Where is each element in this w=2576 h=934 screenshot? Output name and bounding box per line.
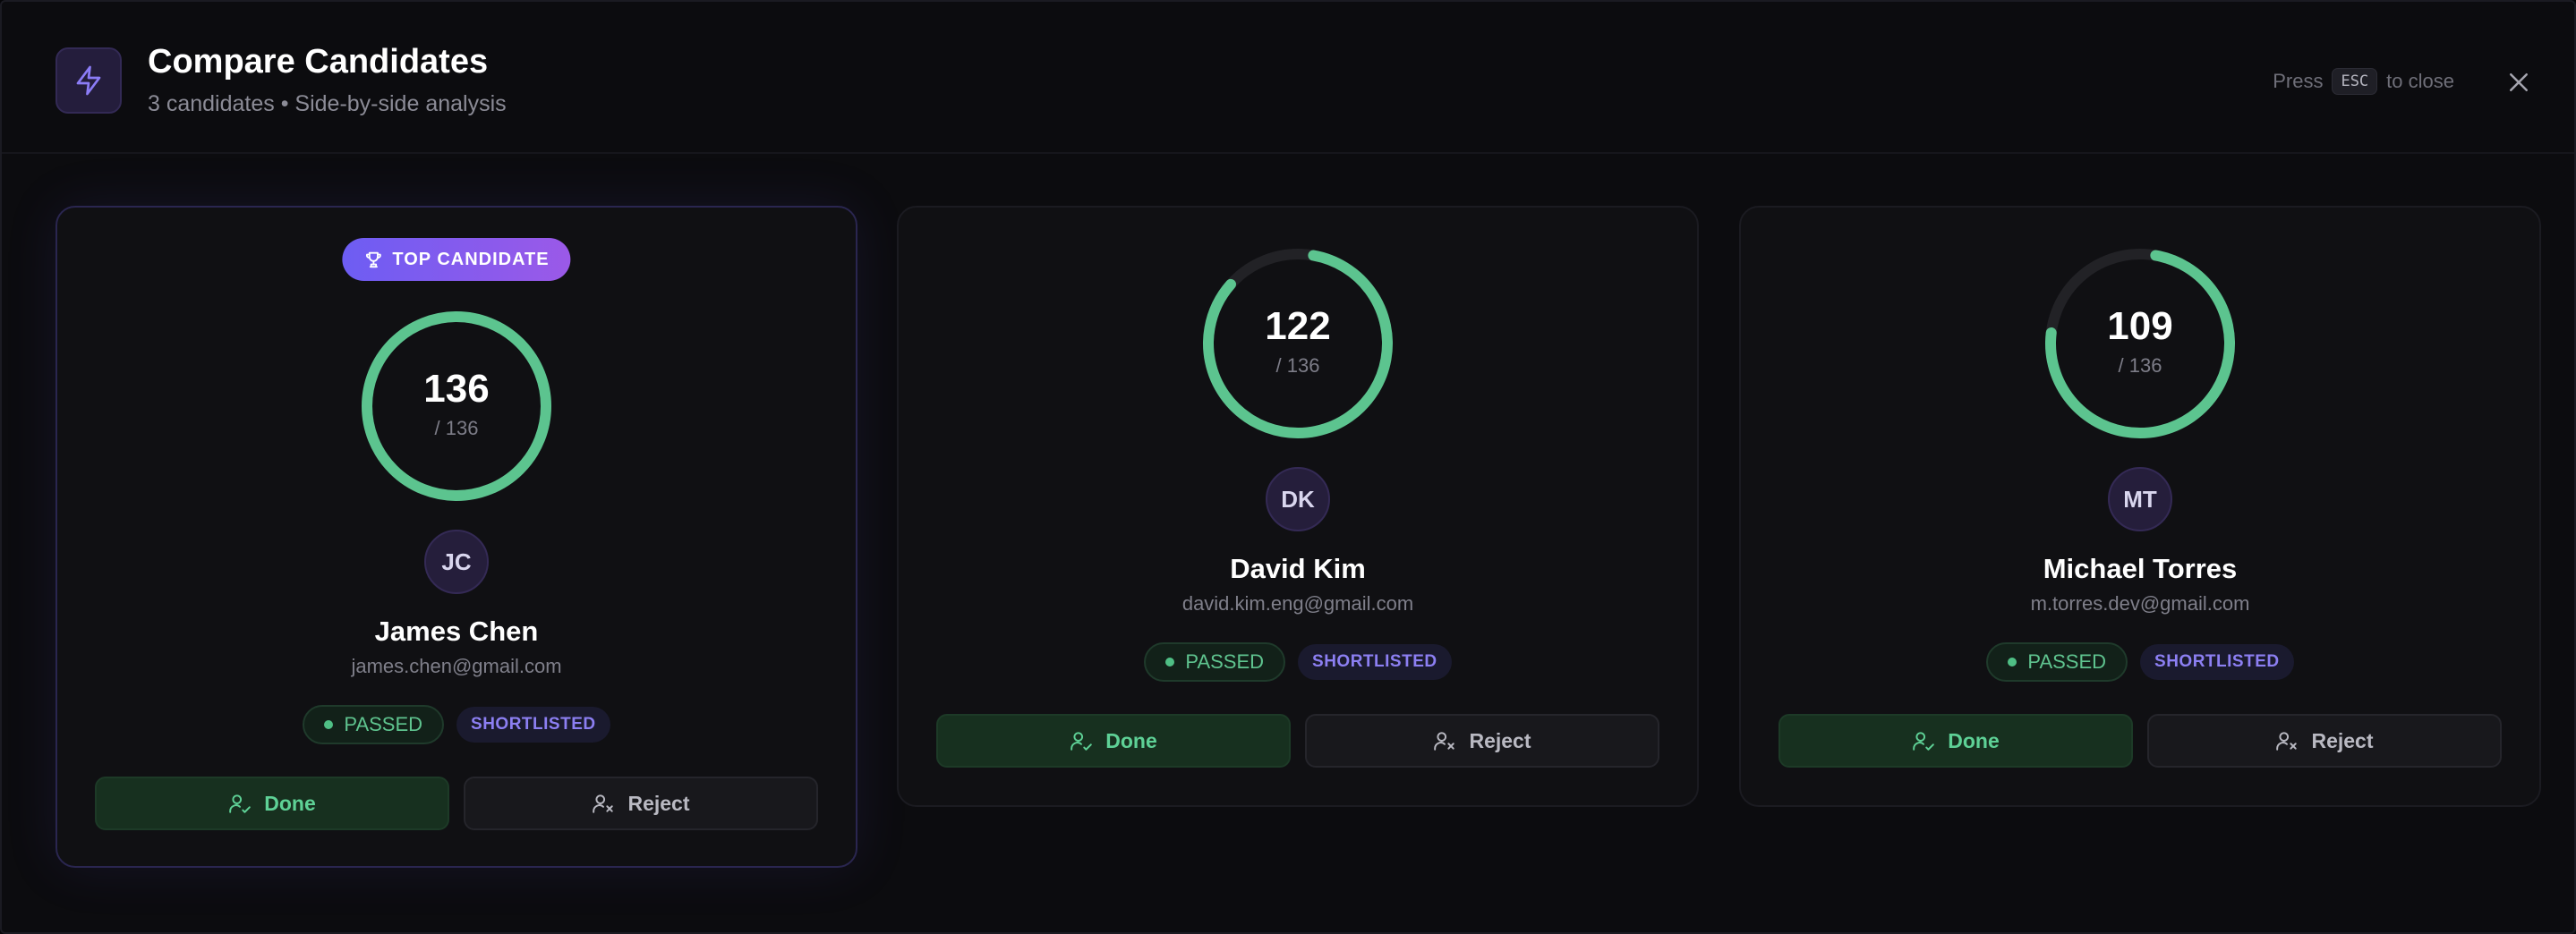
passed-badge: PASSED bbox=[303, 705, 445, 744]
top-candidate-badge: TOP CANDIDATE bbox=[342, 238, 571, 281]
user-check-icon bbox=[1070, 732, 1093, 751]
close-button[interactable] bbox=[2501, 64, 2537, 100]
user-x-icon bbox=[2276, 732, 2298, 751]
status-dot-icon bbox=[324, 720, 334, 729]
score-max: / 136 bbox=[2118, 354, 2162, 377]
user-x-icon bbox=[593, 794, 614, 813]
reject-label: Reject bbox=[2311, 728, 2374, 752]
status-tags: PASSED SHORTLISTED bbox=[899, 642, 1697, 682]
done-label: Done bbox=[1105, 728, 1157, 752]
candidate-card: TOP CANDIDATE 136 / 136 JC James Chen ja… bbox=[55, 206, 857, 868]
reject-button[interactable]: Reject bbox=[2147, 714, 2502, 768]
candidate-name: Michael Torres bbox=[2043, 553, 2238, 584]
shortlisted-badge: SHORTLISTED bbox=[1298, 644, 1452, 680]
card-actions: Done Reject bbox=[936, 714, 1659, 768]
score-max: / 136 bbox=[1275, 354, 1320, 377]
shortlisted-badge: SHORTLISTED bbox=[456, 707, 610, 743]
avatar: MT bbox=[2108, 467, 2172, 531]
shortlisted-badge: SHORTLISTED bbox=[2140, 644, 2294, 680]
bolt-logo bbox=[55, 47, 122, 114]
page-subtitle: 3 candidates • Side-by-side analysis bbox=[148, 91, 507, 116]
modal-header: Compare Candidates 3 candidates • Side-b… bbox=[2, 2, 2574, 154]
candidate-email: james.chen@gmail.com bbox=[351, 655, 562, 677]
status-dot-icon bbox=[2008, 658, 2017, 667]
passed-label: PASSED bbox=[1185, 650, 1265, 673]
done-button[interactable]: Done bbox=[95, 777, 449, 830]
trophy-icon bbox=[366, 251, 381, 268]
score-ring: 122 / 136 bbox=[1199, 245, 1396, 442]
card-actions: Done Reject bbox=[1778, 714, 2502, 768]
reject-label: Reject bbox=[627, 791, 690, 815]
done-button[interactable]: Done bbox=[1778, 714, 2133, 768]
compare-modal: Compare Candidates 3 candidates • Side-b… bbox=[0, 0, 2576, 934]
avatar: DK bbox=[1266, 467, 1330, 531]
page-title: Compare Candidates bbox=[148, 43, 489, 81]
status-tags: PASSED SHORTLISTED bbox=[57, 705, 856, 744]
score-max: / 136 bbox=[434, 417, 479, 439]
score-value: 109 bbox=[2107, 304, 2173, 348]
score-value: 122 bbox=[1265, 304, 1331, 348]
esc-hint-prefix: Press bbox=[2273, 70, 2324, 92]
reject-label: Reject bbox=[1469, 728, 1531, 752]
score-ring: 136 / 136 bbox=[358, 308, 555, 505]
user-x-icon bbox=[1434, 732, 1455, 751]
passed-label: PASSED bbox=[2027, 650, 2107, 673]
score-value: 136 bbox=[423, 367, 490, 411]
done-label: Done bbox=[264, 791, 316, 815]
esc-key: ESC bbox=[2332, 68, 2378, 95]
esc-hint: Press ESC to close bbox=[2273, 68, 2454, 95]
bolt-icon bbox=[76, 65, 101, 96]
top-candidate-label: TOP CANDIDATE bbox=[392, 249, 550, 269]
passed-label: PASSED bbox=[344, 713, 423, 735]
reject-button[interactable]: Reject bbox=[464, 777, 818, 830]
candidate-email: david.kim.eng@gmail.com bbox=[1181, 592, 1414, 615]
passed-badge: PASSED bbox=[1144, 642, 1286, 682]
status-tags: PASSED SHORTLISTED bbox=[1741, 642, 2539, 682]
candidate-card: 109 / 136 MT Michael Torres m.torres.dev… bbox=[1739, 206, 2541, 807]
card-actions: Done Reject bbox=[95, 777, 818, 830]
score-ring: 109 / 136 bbox=[2042, 245, 2239, 442]
esc-hint-suffix: to close bbox=[2386, 70, 2454, 92]
reject-button[interactable]: Reject bbox=[1305, 714, 1659, 768]
user-check-icon bbox=[1913, 732, 1935, 751]
candidate-name: David Kim bbox=[1230, 553, 1366, 584]
done-label: Done bbox=[1948, 728, 2000, 752]
candidate-email: m.torres.dev@gmail.com bbox=[2030, 592, 2250, 615]
close-icon bbox=[2510, 73, 2528, 91]
candidate-card: 122 / 136 DK David Kim david.kim.eng@gma… bbox=[897, 206, 1699, 807]
candidate-name: James Chen bbox=[374, 616, 539, 647]
done-button[interactable]: Done bbox=[936, 714, 1291, 768]
user-check-icon bbox=[229, 794, 252, 813]
passed-badge: PASSED bbox=[1986, 642, 2128, 682]
avatar: JC bbox=[424, 530, 489, 594]
status-dot-icon bbox=[1165, 658, 1175, 667]
